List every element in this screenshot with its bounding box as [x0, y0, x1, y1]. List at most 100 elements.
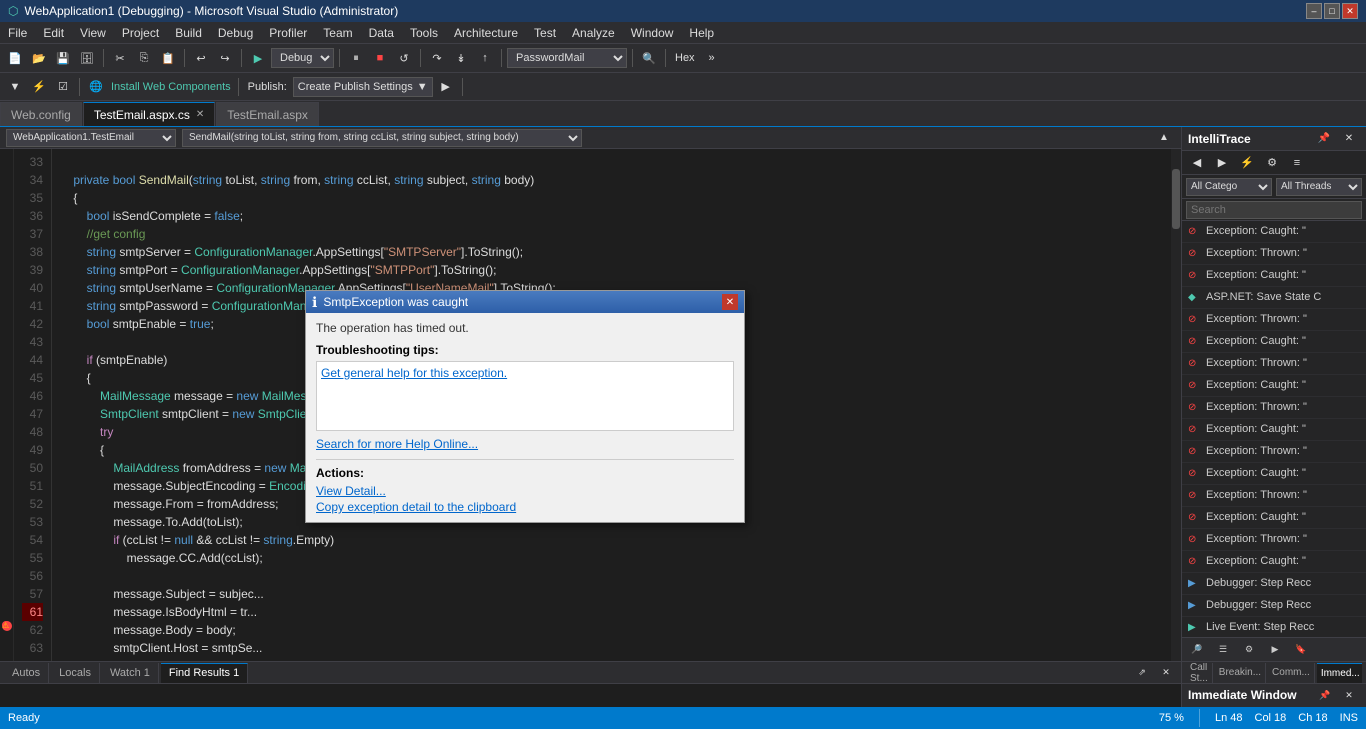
menu-edit[interactable]: Edit [35, 22, 72, 43]
maximize-button[interactable]: □ [1324, 3, 1340, 19]
tab-testemail-aspx[interactable]: TestEmail.aspx [216, 102, 319, 126]
menu-help[interactable]: Help [681, 22, 722, 43]
it-more-button[interactable]: ≡ [1286, 152, 1308, 174]
it-item-13[interactable]: ⊘ Exception: Thrown: " [1182, 485, 1366, 507]
toolbar-r2-3[interactable]: ☑ [52, 76, 74, 98]
minimize-button[interactable]: – [1306, 3, 1322, 19]
it-item-10[interactable]: ⊘ Exception: Caught: " [1182, 419, 1366, 441]
menu-file[interactable]: File [0, 22, 35, 43]
it-settings-button[interactable]: ⚙ [1261, 152, 1283, 174]
it-item-5[interactable]: ⊘ Exception: Thrown: " [1182, 309, 1366, 331]
save-all-button[interactable]: 🗄 [76, 47, 98, 69]
threads-filter[interactable]: All Threads [1276, 178, 1362, 196]
publish-go-button[interactable]: ▶ [435, 76, 457, 98]
it-item-9[interactable]: ⊘ Exception: Thrown: " [1182, 397, 1366, 419]
tab-immediate[interactable]: Immed... [1317, 663, 1362, 683]
open-button[interactable]: 📂 [28, 47, 50, 69]
tab-command[interactable]: Comm... [1268, 663, 1315, 683]
it-item-2[interactable]: ⊘ Exception: Thrown: " [1182, 243, 1366, 265]
tab-webconfig[interactable]: Web.config [0, 102, 82, 126]
it-back-button[interactable]: ◀ [1186, 152, 1208, 174]
tab-autos[interactable]: Autos [4, 663, 49, 683]
tab-testemail-cs[interactable]: TestEmail.aspx.cs ✕ [83, 102, 215, 126]
it-item-16[interactable]: ⊘ Exception: Caught: " [1182, 551, 1366, 573]
exception-dialog-close-button[interactable]: ✕ [722, 294, 738, 310]
it-item-6[interactable]: ⊘ Exception: Caught: " [1182, 331, 1366, 353]
pause-button[interactable]: ⏸ [345, 47, 367, 69]
copy-button[interactable]: ⎘ [133, 47, 155, 69]
cut-button[interactable]: ✂ [109, 47, 131, 69]
menu-test[interactable]: Test [526, 22, 564, 43]
exception-view-detail-link[interactable]: View Detail... [316, 484, 734, 498]
class-dropdown[interactable]: WebApplication1.TestEmail [6, 129, 176, 147]
it-item-7[interactable]: ⊘ Exception: Thrown: " [1182, 353, 1366, 375]
it-item-12[interactable]: ⊘ Exception: Caught: " [1182, 463, 1366, 485]
create-publish-settings-button[interactable]: Create Publish Settings ▼ [293, 77, 433, 97]
it-l-icon-4[interactable]: ▶ [1264, 639, 1286, 661]
bottom-close-button[interactable]: ✕ [1155, 662, 1177, 684]
menu-build[interactable]: Build [167, 22, 210, 43]
close-button[interactable]: ✕ [1342, 3, 1358, 19]
step-into-button[interactable]: ↡ [450, 47, 472, 69]
it-item-11[interactable]: ⊘ Exception: Thrown: " [1182, 441, 1366, 463]
imm-close-button[interactable]: ✕ [1338, 684, 1360, 706]
imm-pin-button[interactable]: 📌 [1314, 684, 1336, 706]
new-project-button[interactable]: 📄 [4, 47, 26, 69]
stop-button[interactable]: ■ [369, 47, 391, 69]
more-button[interactable]: » [701, 47, 723, 69]
it-item-17[interactable]: ▶ Debugger: Step Recc [1182, 573, 1366, 595]
editor-scrollbar-thumb[interactable] [1172, 169, 1180, 229]
it-l-icon-1[interactable]: 🔎 [1186, 639, 1208, 661]
it-l-icon-2[interactable]: ☰ [1212, 639, 1234, 661]
it-item-14[interactable]: ⊘ Exception: Caught: " [1182, 507, 1366, 529]
it-item-19[interactable]: ▶ Live Event: Step Recc [1182, 617, 1366, 637]
restart-button[interactable]: ↺ [393, 47, 415, 69]
tab-close-testemail-cs[interactable]: ✕ [196, 109, 204, 120]
menu-window[interactable]: Window [623, 22, 682, 43]
collapse-button[interactable]: ▲ [1153, 127, 1175, 149]
it-item-8[interactable]: ⊘ Exception: Caught: " [1182, 375, 1366, 397]
category-filter[interactable]: All Catego [1186, 178, 1272, 196]
start-debug-button[interactable]: ▶ [247, 47, 269, 69]
menu-data[interactable]: Data [361, 22, 402, 43]
install-web-components-link[interactable]: Install Web Components [109, 81, 233, 93]
toolbar-r2-2[interactable]: ⚡ [28, 76, 50, 98]
tab-find-results-1[interactable]: Find Results 1 [161, 663, 248, 683]
save-button[interactable]: 💾 [52, 47, 74, 69]
it-l-icon-5[interactable]: 🔖 [1290, 639, 1312, 661]
exception-tips-link[interactable]: Get general help for this exception. [321, 366, 729, 380]
menu-tools[interactable]: Tools [402, 22, 446, 43]
menu-view[interactable]: View [72, 22, 114, 43]
it-close-button[interactable]: ✕ [1338, 128, 1360, 150]
menu-project[interactable]: Project [114, 22, 167, 43]
tab-locals[interactable]: Locals [51, 663, 100, 683]
menu-team[interactable]: Team [315, 22, 360, 43]
it-item-1[interactable]: ⊘ Exception: Caught: " [1182, 221, 1366, 243]
undo-button[interactable]: ↩ [190, 47, 212, 69]
editor-scrollbar[interactable] [1171, 149, 1181, 661]
tab-callstack[interactable]: Call St... [1186, 663, 1213, 683]
exception-search-link[interactable]: Search for more Help Online... [316, 437, 734, 451]
project-combo[interactable]: PasswordMail [507, 48, 627, 68]
menu-profiler[interactable]: Profiler [261, 22, 315, 43]
it-debug-button[interactable]: ⚡ [1236, 152, 1258, 174]
it-item-18[interactable]: ▶ Debugger: Step Recc [1182, 595, 1366, 617]
bottom-float-button[interactable]: ⇗ [1131, 662, 1153, 684]
menu-analyze[interactable]: Analyze [564, 22, 623, 43]
it-item-15[interactable]: ⊘ Exception: Thrown: " [1182, 529, 1366, 551]
it-forward-button[interactable]: ▶ [1211, 152, 1233, 174]
exception-copy-link[interactable]: Copy exception detail to the clipboard [316, 500, 734, 514]
paste-button[interactable]: 📋 [157, 47, 179, 69]
intellitrace-search-input[interactable] [1186, 201, 1362, 219]
it-item-4[interactable]: ◆ ASP.NET: Save State C [1182, 287, 1366, 309]
step-out-button[interactable]: ↑ [474, 47, 496, 69]
find-button[interactable]: 🔍 [638, 47, 660, 69]
it-pin-button[interactable]: 📌 [1313, 128, 1335, 150]
menu-architecture[interactable]: Architecture [446, 22, 526, 43]
method-dropdown[interactable]: SendMail(string toList, string from, str… [182, 129, 582, 147]
it-item-3[interactable]: ⊘ Exception: Caught: " [1182, 265, 1366, 287]
tab-watch1[interactable]: Watch 1 [102, 663, 159, 683]
toolbar-r2-1[interactable]: ▼ [4, 76, 26, 98]
it-l-icon-3[interactable]: ⚙ [1238, 639, 1260, 661]
menu-debug[interactable]: Debug [210, 22, 261, 43]
